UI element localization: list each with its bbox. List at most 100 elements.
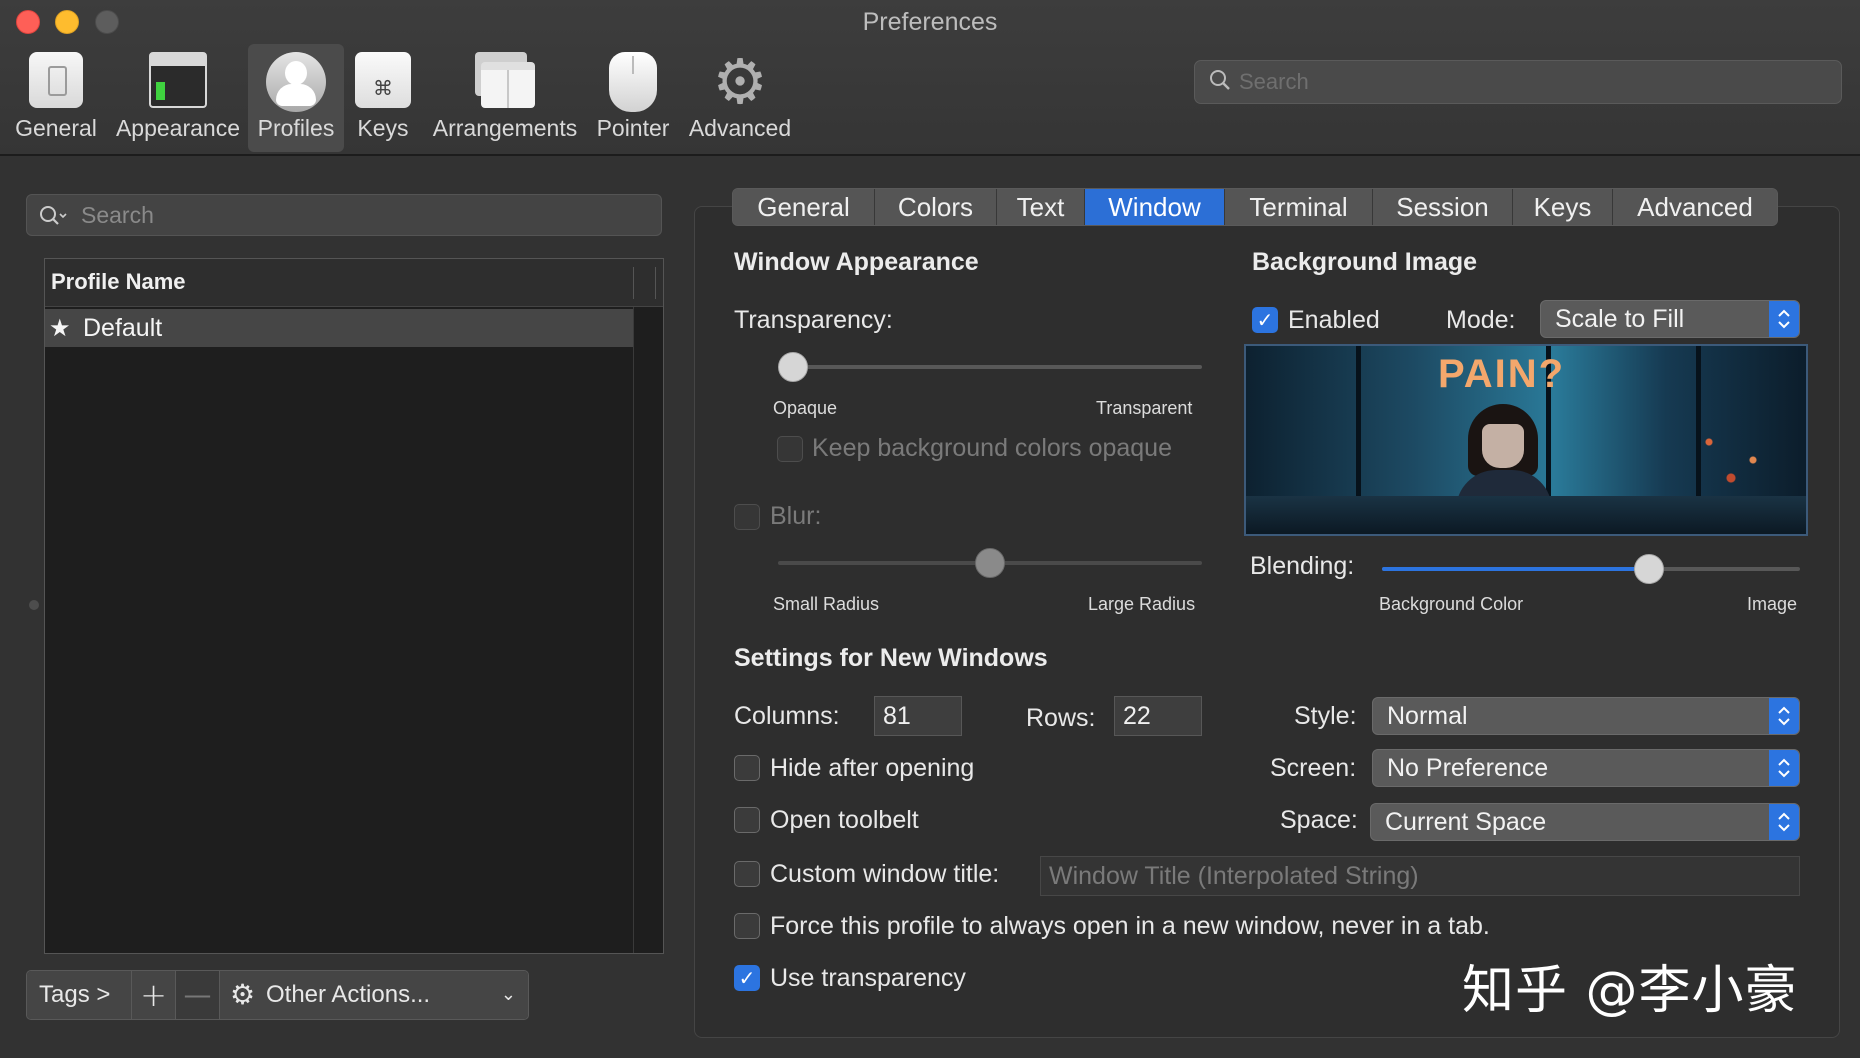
force-new-window-label: Force this profile to always open in a n… xyxy=(770,912,1490,940)
profile-search-input[interactable] xyxy=(81,199,651,231)
force-new-window-checkbox[interactable] xyxy=(734,913,760,939)
blur-checkbox[interactable] xyxy=(734,504,760,530)
screen-select[interactable]: No Preference xyxy=(1372,749,1800,787)
transparency-slider-knob[interactable] xyxy=(778,352,808,382)
rows-label: Rows: xyxy=(1026,704,1096,732)
tab-keys[interactable]: Keys xyxy=(1513,189,1613,225)
transparency-min-label: Opaque xyxy=(773,398,838,418)
style-select[interactable]: Normal xyxy=(1372,697,1800,735)
rows-field[interactable]: 22 xyxy=(1114,696,1202,736)
tab-terminal[interactable]: Terminal xyxy=(1225,189,1373,225)
screen-label: Screen: xyxy=(1270,754,1357,782)
arrangements-icon xyxy=(475,52,535,108)
profile-actions-bar: Tags > + — ⚙ Other Actions... ⌄ xyxy=(26,970,529,1020)
transparency-label: Transparency: xyxy=(734,306,893,334)
profile-tabs: General Colors Text Window Terminal Sess… xyxy=(732,188,1778,226)
mode-select[interactable]: Scale to Fill xyxy=(1540,300,1800,338)
profile-table-scrollbar[interactable] xyxy=(633,307,663,953)
preview-sign-text: PAIN? xyxy=(1438,352,1566,396)
custom-title-label: Custom window title: xyxy=(770,860,1000,888)
toolbar-profiles[interactable]: Profiles xyxy=(248,44,344,152)
window-title: Preferences xyxy=(862,8,998,36)
style-select-value: Normal xyxy=(1387,702,1468,730)
tab-colors[interactable]: Colors xyxy=(875,189,997,225)
watermark: 知乎 @李小豪 xyxy=(1462,961,1798,1021)
blending-label: Blending: xyxy=(1250,552,1355,580)
toolbar-appearance[interactable]: Appearance xyxy=(110,44,246,152)
space-select-value: Current Space xyxy=(1385,808,1547,836)
toolbar-advanced[interactable]: ⚙ Advanced xyxy=(684,44,796,152)
screen-select-value: No Preference xyxy=(1387,754,1549,782)
tags-button[interactable]: Tags > xyxy=(27,971,132,1019)
custom-title-field[interactable]: Window Title (Interpolated String) xyxy=(1040,856,1800,896)
gear-icon: ⚙ xyxy=(712,45,768,118)
mouse-icon xyxy=(609,52,657,112)
style-label: Style: xyxy=(1294,702,1357,730)
toolbar-general[interactable]: General xyxy=(8,44,104,152)
tab-session[interactable]: Session xyxy=(1373,189,1513,225)
columns-field[interactable]: 81 xyxy=(874,696,962,736)
blending-slider-knob[interactable] xyxy=(1634,554,1665,584)
other-actions-button[interactable]: ⚙ Other Actions... ⌄ xyxy=(220,971,528,1019)
tab-advanced[interactable]: Advanced xyxy=(1613,189,1777,225)
blending-max-label: Image xyxy=(1747,594,1798,614)
appearance-icon xyxy=(149,52,207,108)
chevron-down-icon: ⌄ xyxy=(500,984,516,1005)
tab-text[interactable]: Text xyxy=(997,189,1085,225)
background-image-preview[interactable]: PAIN? xyxy=(1244,344,1808,536)
blur-label: Blur: xyxy=(770,502,822,530)
window-appearance-heading: Window Appearance xyxy=(734,248,979,276)
hide-after-opening-checkbox[interactable] xyxy=(734,755,760,781)
mode-label: Mode: xyxy=(1446,306,1516,334)
custom-title-checkbox[interactable] xyxy=(734,861,760,887)
toolbar-advanced-label: Advanced xyxy=(688,115,792,141)
profile-table-header[interactable]: Profile Name xyxy=(45,259,663,307)
open-toolbelt-label: Open toolbelt xyxy=(770,806,919,834)
keep-bg-opaque-checkbox[interactable] xyxy=(777,436,803,462)
bg-enabled-label: Enabled xyxy=(1288,306,1380,334)
blur-slider-knob[interactable] xyxy=(975,548,1005,578)
command-key-icon: ⌘ xyxy=(355,52,411,108)
hide-after-opening-label: Hide after opening xyxy=(770,754,975,782)
toolbar-arrangements-label: Arrangements xyxy=(432,115,578,141)
transparency-max-label: Transparent xyxy=(1096,398,1193,418)
toolbar-appearance-label: Appearance xyxy=(115,115,241,141)
toolbar-keys[interactable]: ⌘ Keys xyxy=(350,44,416,152)
use-transparency-label: Use transparency xyxy=(770,964,966,992)
transparency-slider[interactable] xyxy=(778,365,1202,369)
blending-min-label: Background Color xyxy=(1379,594,1524,614)
new-windows-heading: Settings for New Windows xyxy=(734,644,1048,672)
blending-slider-fill xyxy=(1382,567,1650,571)
toolbar-arrangements[interactable]: Arrangements xyxy=(428,44,582,152)
toolbar-pointer-label: Pointer xyxy=(596,115,670,141)
general-icon xyxy=(29,52,83,108)
toolbar-pointer[interactable]: Pointer xyxy=(590,44,676,152)
space-label: Space: xyxy=(1280,806,1358,834)
table-row[interactable]: ★ Default xyxy=(45,309,633,347)
preferences-search-input[interactable] xyxy=(1239,65,1829,99)
profile-search[interactable] xyxy=(26,194,662,236)
use-transparency-checkbox[interactable]: ✓ xyxy=(734,965,760,991)
splitter-handle[interactable] xyxy=(29,600,39,610)
space-select[interactable]: Current Space xyxy=(1370,803,1800,841)
remove-profile-button[interactable]: — xyxy=(176,971,220,1019)
titlebar: Preferences General Appearance Profiles … xyxy=(0,0,1860,156)
updown-arrows-icon xyxy=(1769,698,1799,734)
search-icon xyxy=(40,206,67,225)
tab-general[interactable]: General xyxy=(733,189,875,225)
toolbar-general-label: General xyxy=(15,115,97,141)
preferences-search[interactable] xyxy=(1194,60,1842,104)
updown-arrows-icon xyxy=(1769,301,1799,337)
open-toolbelt-checkbox[interactable] xyxy=(734,807,760,833)
bg-enabled-checkbox[interactable]: ✓ xyxy=(1252,307,1278,333)
columns-label: Columns: xyxy=(734,702,840,730)
add-profile-button[interactable]: + xyxy=(132,971,176,1019)
mode-select-value: Scale to Fill xyxy=(1555,305,1685,333)
other-actions-label: Other Actions... xyxy=(266,981,431,1008)
toolbar-keys-label: Keys xyxy=(357,115,409,141)
profile-name-column-header: Profile Name xyxy=(51,269,186,294)
search-icon xyxy=(1210,70,1230,90)
background-image-heading: Background Image xyxy=(1252,248,1478,276)
toolbar-profiles-label: Profiles xyxy=(257,115,335,141)
tab-window[interactable]: Window xyxy=(1085,189,1225,225)
